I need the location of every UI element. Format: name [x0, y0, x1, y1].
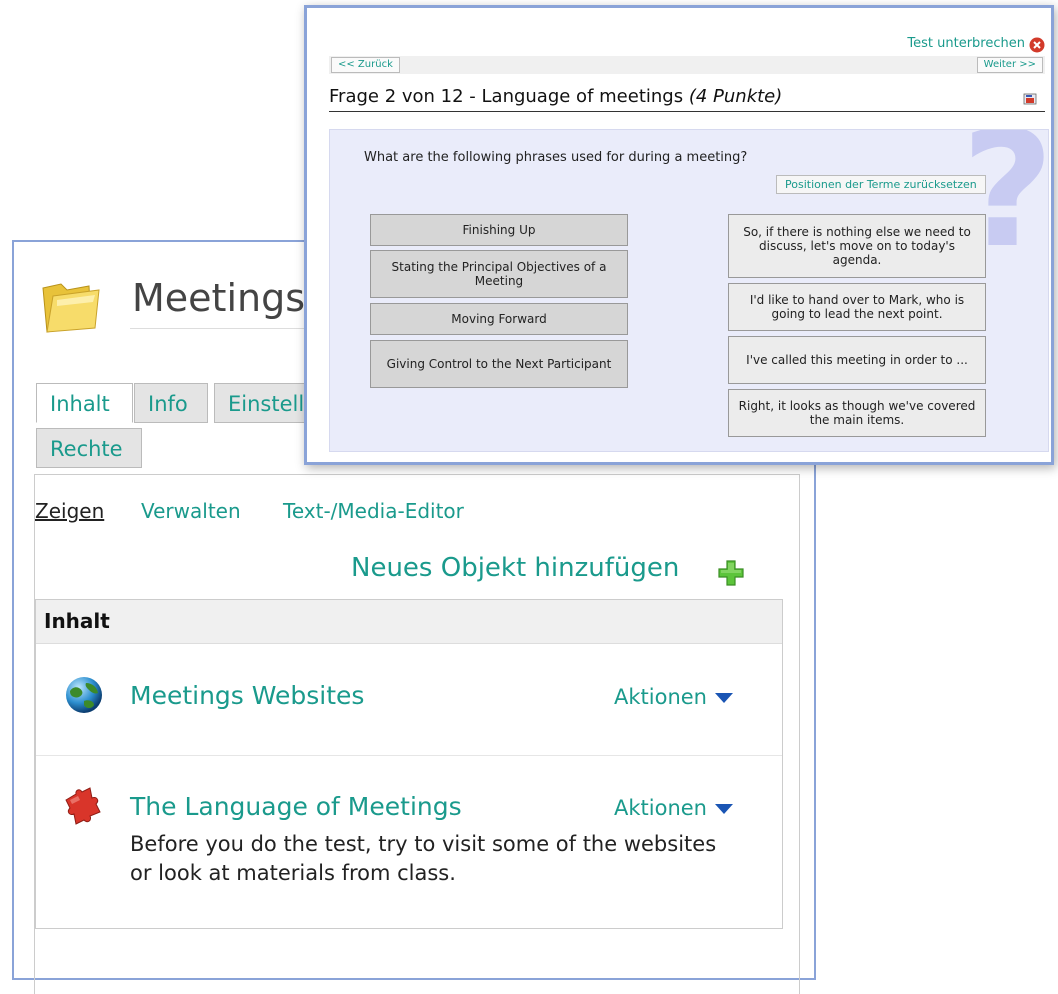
add-object-link[interactable]: Neues Objekt hinzufügen	[351, 553, 679, 583]
item-title-meetings-websites[interactable]: Meetings Websites	[130, 681, 364, 710]
content-panel: Zeigen Verwalten Text-/Media-Editor Neue…	[34, 474, 800, 994]
subtab-zeigen[interactable]: Zeigen	[35, 499, 104, 523]
globe-icon	[66, 677, 102, 713]
back-button[interactable]: << Zurück	[331, 57, 400, 73]
plus-icon[interactable]	[717, 559, 745, 587]
chevron-down-icon	[714, 804, 733, 814]
next-button[interactable]: Weiter >>	[976, 57, 1043, 73]
term-card[interactable]: Stating the Principal Objectives of a Me…	[370, 250, 628, 298]
question-prompt: What are the following phrases used for …	[364, 150, 748, 165]
tab-rechte[interactable]: Rechte	[36, 428, 142, 468]
page-title: Meetings	[132, 276, 306, 320]
question-title: Frage 2 von 12 - Language of meetings (4…	[329, 86, 782, 107]
subtab-text-media-editor[interactable]: Text-/Media-Editor	[283, 499, 464, 523]
list-item: The Language of Meetings Aktionen Before…	[36, 756, 782, 926]
test-stop-link[interactable]: Test unterbrechen	[907, 36, 1025, 51]
question-title-text: Frage 2 von 12 - Language of meetings	[329, 86, 684, 107]
term-card[interactable]: Giving Control to the Next Participant	[370, 340, 628, 388]
actions-dropdown[interactable]: Aktionen	[614, 685, 733, 709]
question-area: ? What are the following phrases used fo…	[329, 129, 1049, 452]
print-icon[interactable]	[1023, 92, 1037, 106]
definition-card[interactable]: Right, it looks as though we've covered …	[728, 389, 986, 437]
actions-label: Aktionen	[614, 685, 707, 709]
inhalt-header: Inhalt	[36, 600, 782, 644]
close-icon[interactable]	[1029, 37, 1045, 53]
term-card[interactable]: Moving Forward	[370, 303, 628, 335]
folder-icon	[42, 283, 100, 333]
term-card[interactable]: Finishing Up	[370, 214, 628, 246]
navigation-bar: << Zurück Weiter >>	[329, 56, 1045, 74]
inhalt-block: Inhalt Meetings Websites Aktionen The La…	[35, 599, 783, 929]
definition-card[interactable]: I've called this meeting in order to ...	[728, 336, 986, 384]
subtab-verwalten[interactable]: Verwalten	[141, 499, 241, 523]
list-item: Meetings Websites Aktionen	[36, 645, 782, 756]
definition-card[interactable]: I'd like to hand over to Mark, who is go…	[728, 283, 986, 331]
reset-positions-button[interactable]: Positionen der Terme zurücksetzen	[776, 175, 986, 194]
puzzle-icon	[65, 787, 101, 825]
chevron-down-icon	[714, 693, 733, 703]
test-window: Test unterbrechen << Zurück Weiter >> Fr…	[304, 5, 1054, 465]
tab-info[interactable]: Info	[134, 383, 208, 423]
item-description: Before you do the test, try to visit som…	[130, 832, 717, 885]
question-divider	[329, 111, 1045, 112]
item-title-language-of-meetings[interactable]: The Language of Meetings	[130, 792, 462, 821]
question-points: (4 Punkte)	[688, 86, 783, 107]
actions-dropdown[interactable]: Aktionen	[614, 796, 733, 820]
definition-card[interactable]: So, if there is nothing else we need to …	[728, 214, 986, 278]
actions-label: Aktionen	[614, 796, 707, 820]
tab-inhalt[interactable]: Inhalt	[36, 383, 133, 423]
